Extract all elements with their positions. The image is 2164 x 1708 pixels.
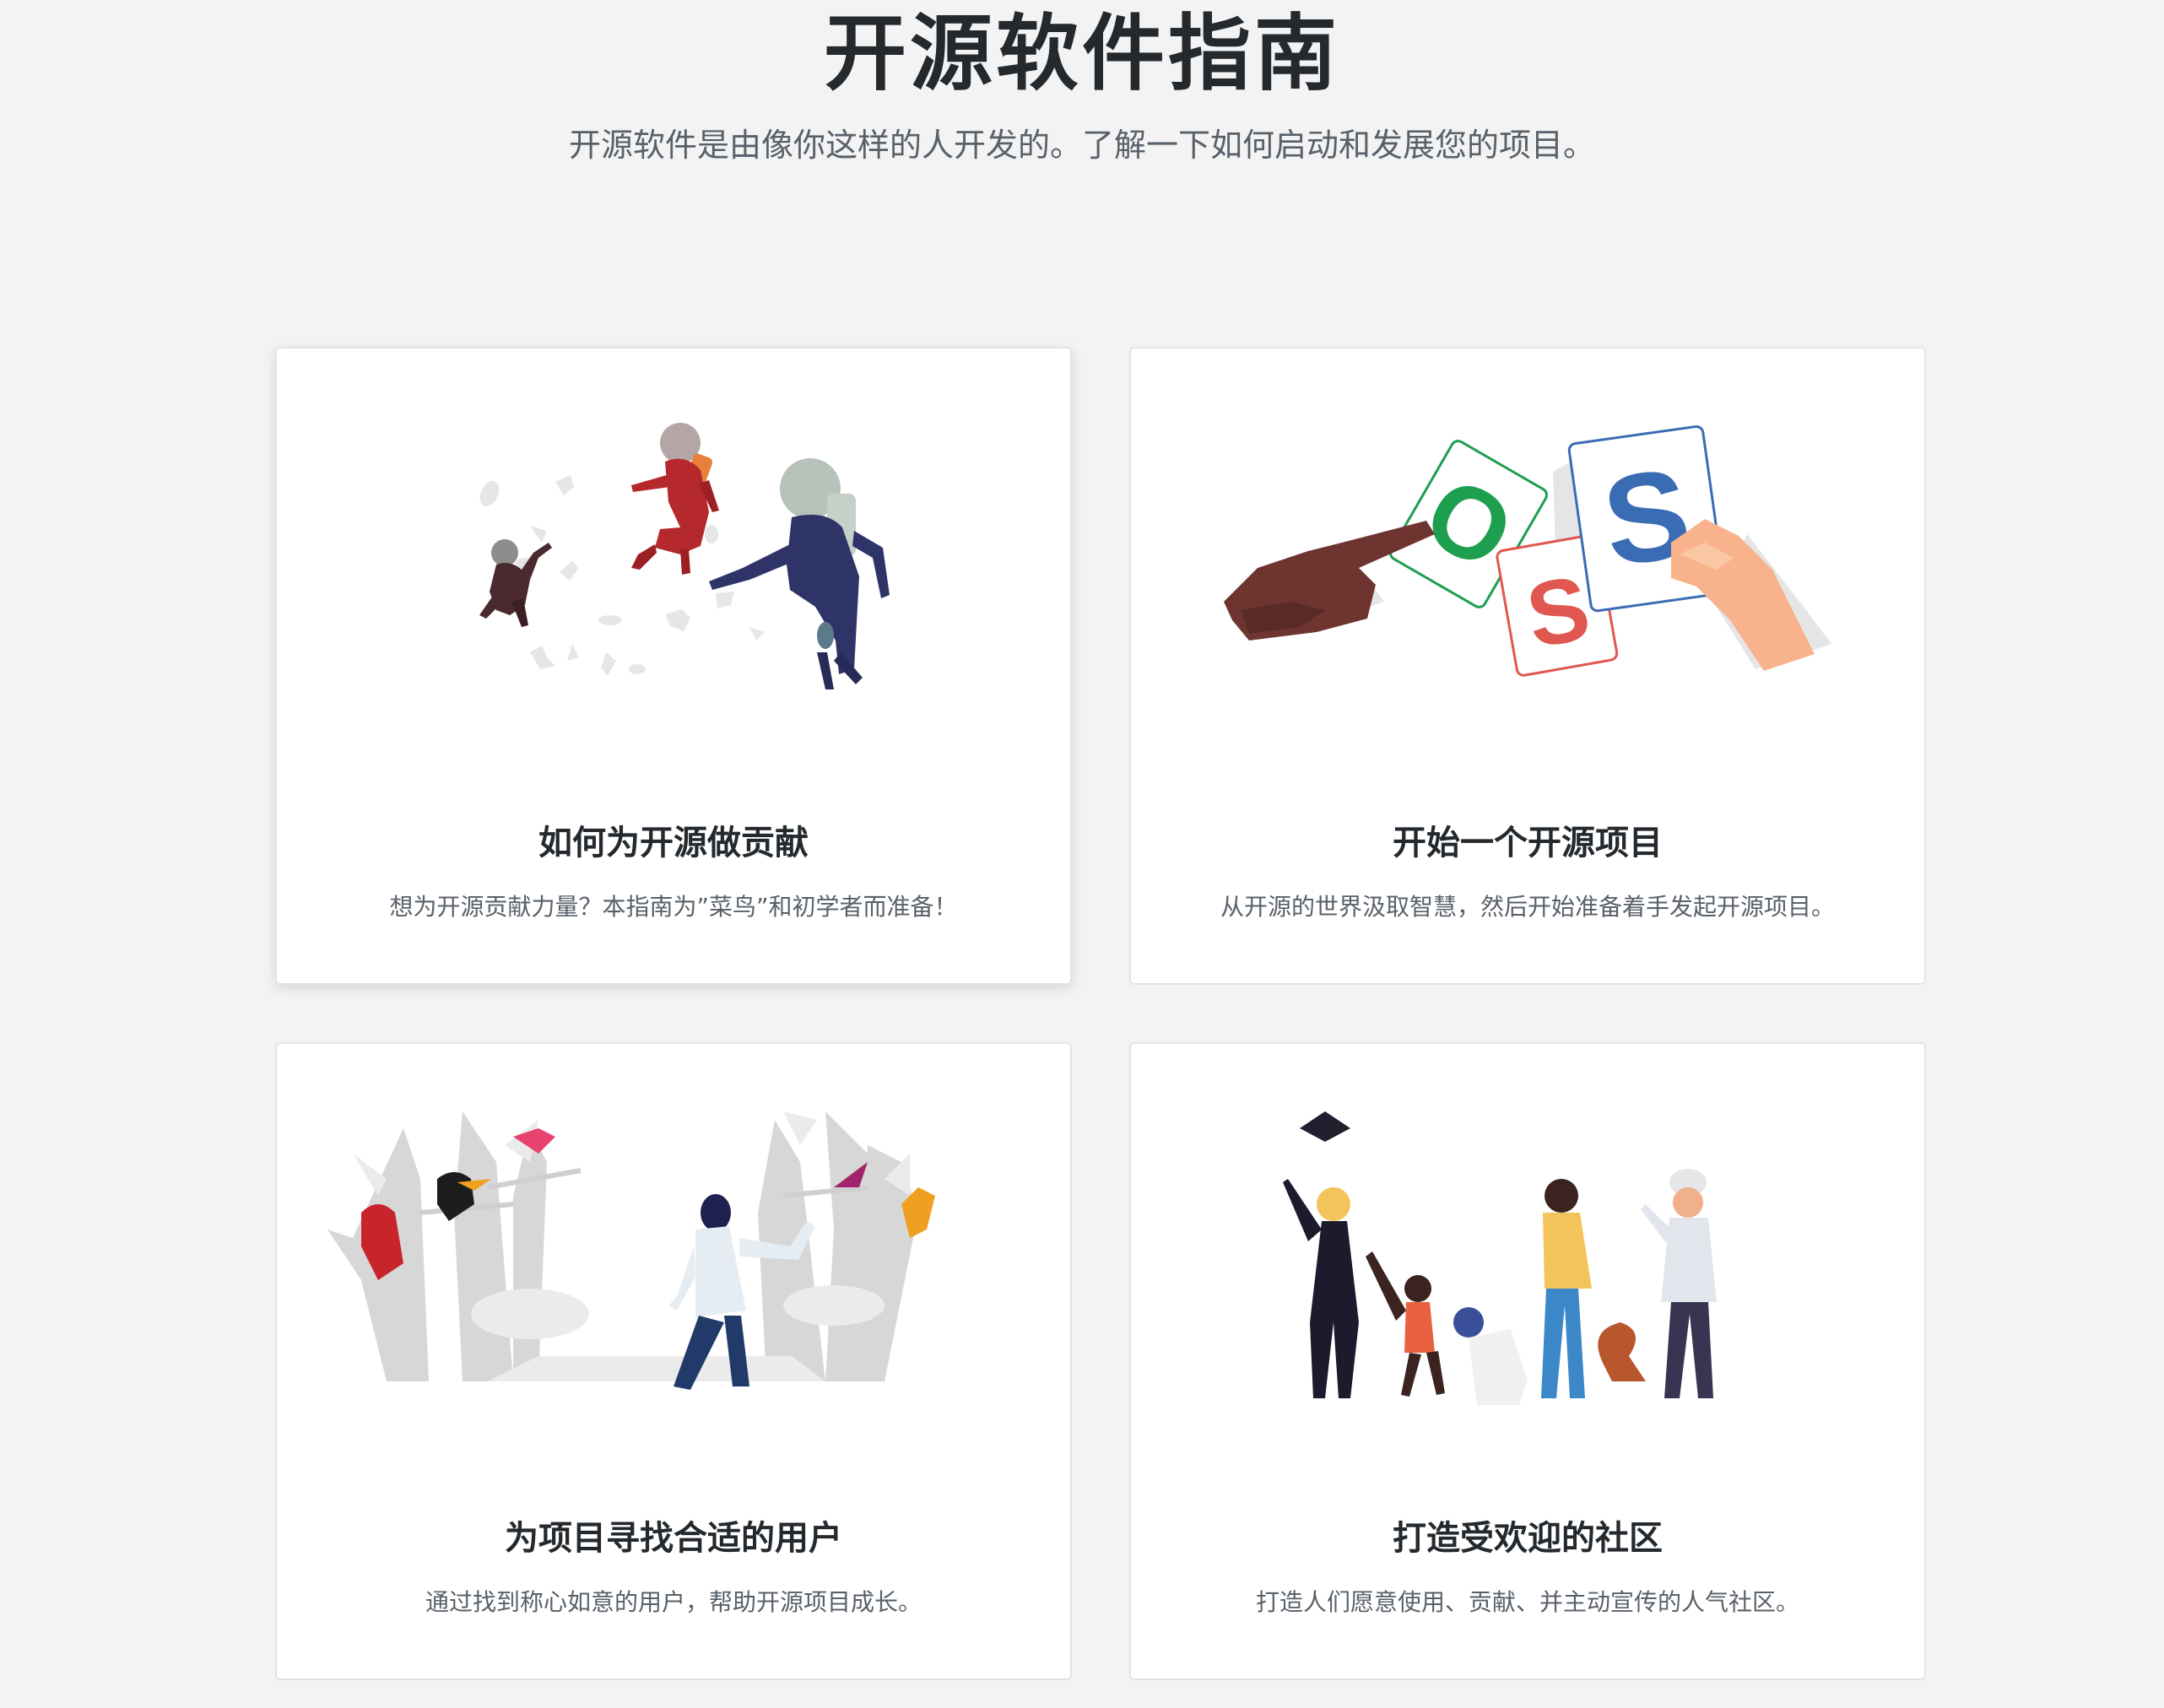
guide-card-description: 想为开源贡献力量？本指南为”菜鸟”和初学者而准备！ [389, 893, 958, 921]
guide-card-contribute[interactable]: 如何为开源做贡献 想为开源贡献力量？本指南为”菜鸟”和初学者而准备！ [275, 347, 1072, 985]
forest-birds-illustration [277, 1095, 1070, 1415]
guide-card-title: 开始一个开源项目 [1393, 824, 1663, 862]
guide-card-title: 如何为开源做贡献 [538, 824, 809, 862]
guide-card-start-project[interactable]: O S S 开始一个开源项目 从开源的世界汲取智慧，然后开始准备着手发起开源项目… [1129, 347, 1926, 985]
guide-card-title: 打造受欢迎的社区 [1393, 1519, 1663, 1558]
guide-card-finding-users[interactable]: 为项目寻找合适的用户 通过找到称心如意的用户，帮助开源项目成长。 [275, 1042, 1072, 1680]
page-subtitle: 开源软件是由像你这样的人开发的。了解一下如何启动和发展您的项目。 [568, 127, 1595, 164]
astronauts-floating-illustration [277, 399, 1070, 720]
guide-card-title: 为项目寻找合适的用户 [505, 1519, 842, 1558]
oss-letter-cards-illustration: O S S [1131, 399, 1924, 720]
page-title: 开源软件指南 [823, 6, 1340, 102]
guide-card-building-community[interactable]: 打造受欢迎的社区 打造人们愿意使用、贡献、并主动宣传的人气社区。 [1129, 1042, 1926, 1680]
community-people-illustration [1131, 1095, 1924, 1415]
guide-card-description: 从开源的世界汲取智慧，然后开始准备着手发起开源项目。 [1220, 893, 1835, 921]
guide-card-description: 通过找到称心如意的用户，帮助开源项目成长。 [425, 1588, 922, 1616]
guide-card-description: 打造人们愿意使用、贡献、并主动宣传的人气社区。 [1255, 1588, 1799, 1616]
